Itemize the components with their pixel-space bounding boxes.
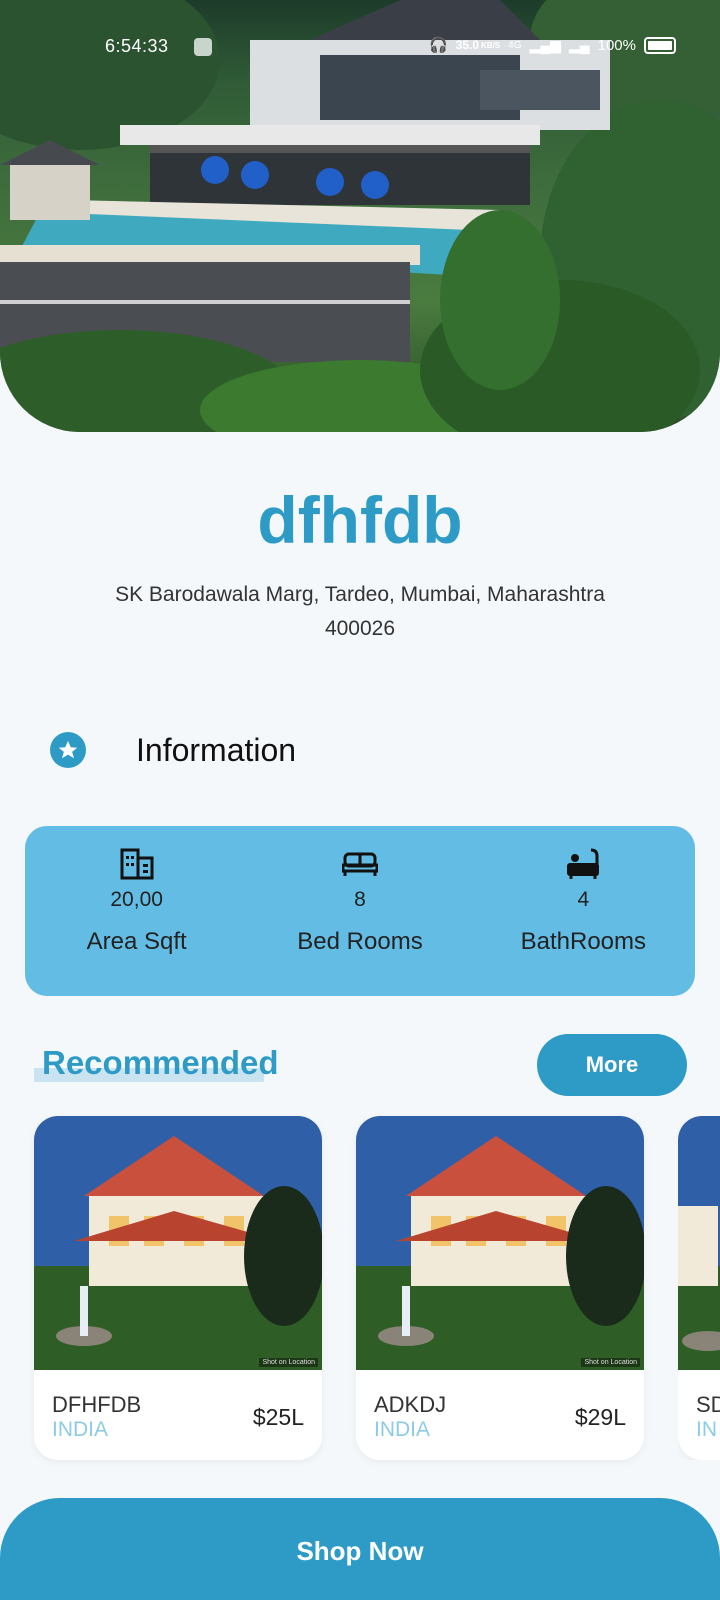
star-icon [50, 732, 86, 768]
information-header: Information [50, 730, 296, 770]
card-price: $25L [252, 1404, 304, 1430]
status-bar: 6:54:33 🎧 35.0 KB/S 4G ▂▄▆ ▂▄ 100% [0, 30, 720, 62]
property-image: Shot on Location [34, 1116, 322, 1370]
recommended-card[interactable]: Shot on Location DFHFDB INDIA $25L [34, 1116, 322, 1460]
card-name: SD [696, 1392, 720, 1417]
stat-bedrooms: 8 Bed Rooms [248, 826, 471, 996]
signal-icon-2: ▂▄ [568, 36, 590, 53]
stat-bedrooms-label: Bed Rooms [297, 928, 423, 955]
photo-watermark: Shot on Location [581, 1358, 640, 1367]
property-image: Shot on Location [356, 1116, 644, 1370]
building-icon [120, 848, 154, 882]
net-speed-unit: KB/S [481, 40, 501, 50]
card-country: IN [696, 1418, 717, 1441]
stat-bathrooms-label: BathRooms [520, 928, 647, 955]
recommended-card[interactable]: SD IN [678, 1116, 720, 1460]
bed-icon [341, 848, 379, 882]
villa-photo [0, 0, 720, 432]
card-price: $29L [574, 1404, 626, 1430]
recommended-card[interactable]: Shot on Location ADKDJ INDIA $29L [356, 1116, 644, 1460]
signal-icon: ▂▄▆ [529, 36, 561, 53]
stat-bathrooms-value: 4 [577, 888, 590, 911]
stat-area-label: Area Sqft [86, 928, 187, 955]
card-country: INDIA [52, 1418, 109, 1441]
status-icons: 🎧 35.0 KB/S 4G ▂▄▆ ▂▄ 100% [429, 36, 676, 54]
bathtub-icon [565, 848, 601, 882]
photo-watermark: Shot on Location [259, 1358, 318, 1367]
headphones-icon: 🎧 [428, 37, 448, 54]
property-address: SK Barodawala Marg, Tardeo, Mumbai, Maha… [115, 583, 605, 640]
recommended-title: Recommended [42, 1044, 279, 1081]
stat-bathrooms: 4 BathRooms [472, 826, 695, 996]
recommended-card-clip: SD IN [678, 1116, 720, 1460]
card-name: DFHFDB [52, 1392, 142, 1417]
network-type: 4G [508, 39, 522, 51]
hero-image: 6:54:33 🎧 35.0 KB/S 4G ▂▄▆ ▂▄ 100% [0, 0, 720, 432]
battery-percent: 100% [597, 36, 636, 54]
property-image [678, 1116, 720, 1370]
status-time: 6:54:33 [105, 36, 169, 56]
net-speed: 35.0 [455, 38, 480, 52]
shop-now-button[interactable]: Shop Now [0, 1498, 720, 1600]
settings-notification-icon [194, 38, 212, 56]
card-country: INDIA [374, 1418, 431, 1441]
stat-area: 20,00 Area Sqft [25, 826, 248, 996]
stat-area-value: 20,00 [110, 888, 163, 911]
information-label: Information [136, 731, 297, 768]
card-name: ADKDJ [374, 1392, 447, 1417]
battery-icon [644, 36, 676, 54]
property-stats-card: 20,00 Area Sqft 8 Bed Rooms 4 BathRooms [25, 826, 695, 996]
stat-bedrooms-value: 8 [354, 888, 366, 911]
property-title: dfhfdb [257, 483, 463, 557]
more-button[interactable]: More [537, 1034, 687, 1096]
